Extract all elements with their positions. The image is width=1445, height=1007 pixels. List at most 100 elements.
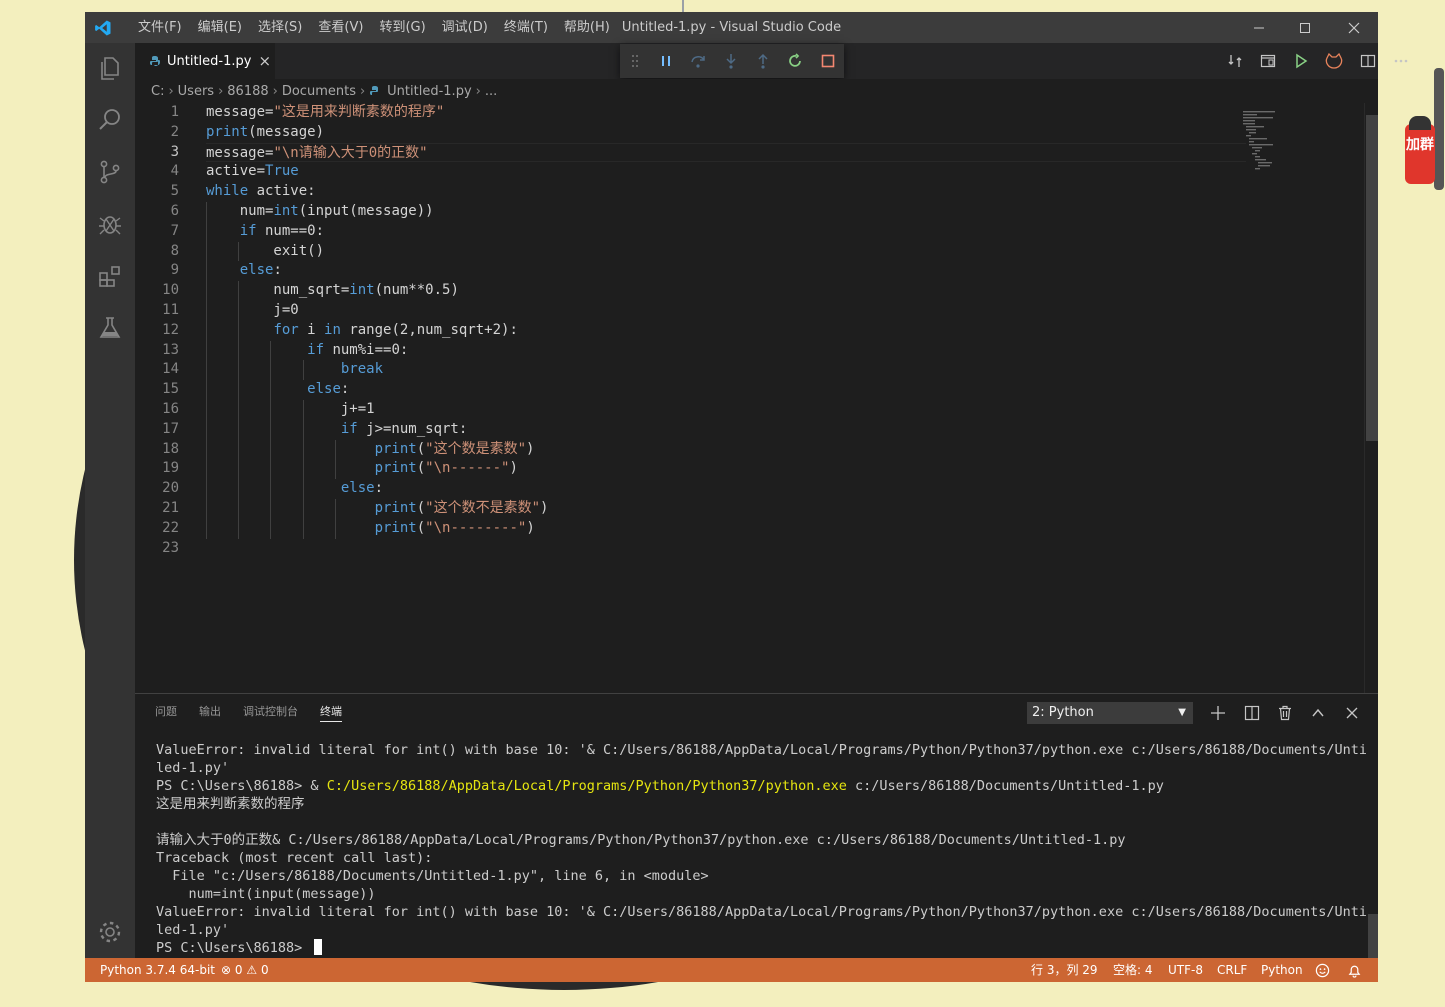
editor-scrollbar[interactable]: [1364, 103, 1378, 693]
code-line[interactable]: else:: [206, 479, 1246, 499]
terminal-scrollbar[interactable]: [1368, 914, 1378, 958]
desktop-join-group-widget[interactable]: 加群: [1405, 116, 1435, 184]
terminal-output[interactable]: ValueError: invalid literal for int() wi…: [156, 741, 1366, 957]
more-actions-button[interactable]: [1386, 43, 1416, 79]
code-line[interactable]: print("这个数不是素数"): [206, 498, 1246, 519]
code-line[interactable]: active=True: [206, 162, 1246, 182]
breadcrumb-documents[interactable]: Documents: [282, 84, 356, 99]
menu-item[interactable]: 查看(V): [310, 12, 371, 43]
open-preview-button[interactable]: [1253, 43, 1283, 79]
menu-item[interactable]: 文件(F): [130, 12, 190, 43]
cat-face-icon: [1325, 53, 1343, 69]
settings-button[interactable]: [85, 907, 135, 957]
code-line[interactable]: while active:: [206, 182, 1246, 202]
new-terminal-button[interactable]: [1205, 700, 1231, 726]
debug-toolbar-drag-handle[interactable]: [620, 44, 649, 78]
tab-untitled-1[interactable]: Untitled-1.py ×: [135, 43, 275, 79]
debug-button[interactable]: [85, 199, 135, 249]
code-line[interactable]: num_sqrt=int(num**0.5): [206, 281, 1246, 301]
indent-guide: [238, 459, 240, 480]
panel-tab[interactable]: 终端: [320, 694, 342, 722]
cursor-position-status[interactable]: 行 3，列 29: [1031, 958, 1098, 982]
indent-guide: [206, 300, 207, 321]
code-line[interactable]: j=0: [206, 300, 1246, 321]
code-line[interactable]: num=int(input(message)): [206, 201, 1246, 222]
source-control-button[interactable]: [85, 147, 135, 197]
extensions-button[interactable]: [85, 251, 135, 301]
kill-terminal-button[interactable]: [1272, 700, 1298, 726]
code-line[interactable]: if num==0:: [206, 221, 1246, 242]
minimize-button[interactable]: [1236, 12, 1282, 43]
code-line[interactable]: if j>=num_sqrt:: [206, 419, 1246, 440]
code-editor[interactable]: 1 2 3 4 5 6 7 8 9 10 11 12 13 14 15 16 17 18 19 20 21 22 23 me…: [135, 103, 1378, 693]
stop-button[interactable]: [812, 44, 844, 78]
panel-tab[interactable]: 问题: [155, 694, 177, 730]
breadcrumb-drive[interactable]: C:: [151, 84, 164, 99]
maximize-button[interactable]: [1282, 12, 1328, 43]
code-line[interactable]: else:: [206, 380, 1246, 400]
python-interpreter-status[interactable]: Python 3.7.4 64-bit: [100, 958, 215, 982]
minimap[interactable]: [1243, 111, 1363, 171]
pause-button[interactable]: [649, 44, 681, 78]
code-line[interactable]: exit(): [206, 241, 1246, 262]
code-line[interactable]: print(message): [206, 123, 1246, 143]
indent-guide: [270, 518, 272, 539]
code-line[interactable]: j+=1: [206, 399, 1246, 420]
desktop-scrollbar[interactable]: [1434, 68, 1444, 190]
panel-tab[interactable]: 调试控制台: [243, 694, 298, 730]
plus-icon: [1211, 706, 1225, 720]
split-terminal-button[interactable]: [1239, 700, 1265, 726]
terminal-select[interactable]: 2: Python ▼: [1027, 702, 1193, 724]
indentation-status[interactable]: 空格: 4: [1113, 958, 1153, 982]
maximize-panel-button[interactable]: [1305, 700, 1331, 726]
code-line[interactable]: print("\n--------"): [206, 518, 1246, 539]
run-python-file-button[interactable]: [1286, 43, 1316, 79]
indent-guide: [206, 518, 207, 539]
step-over-button[interactable]: [682, 44, 714, 78]
menu-item[interactable]: 转到(G): [371, 12, 433, 43]
restart-button[interactable]: [779, 44, 811, 78]
code-line[interactable]: message="\n请输入大于0的正数": [206, 142, 1246, 163]
editor-scrollbar-thumb[interactable]: [1366, 115, 1378, 441]
step-out-button[interactable]: [747, 44, 779, 78]
code-line[interactable]: print("这个数是素数"): [206, 439, 1246, 460]
menu-item[interactable]: 选择(S): [250, 12, 310, 43]
feedback-button[interactable]: [1315, 962, 1330, 986]
tab-close-button[interactable]: ×: [258, 52, 271, 70]
code-line[interactable]: for i in range(2,num_sqrt+2):: [206, 320, 1246, 341]
step-into-button[interactable]: [714, 44, 746, 78]
encoding-status[interactable]: UTF-8: [1168, 958, 1203, 982]
menu-item[interactable]: 编辑(E): [190, 12, 250, 43]
code-lines[interactable]: message="这是用来判断素数的程序" print(message) messa…: [206, 103, 1246, 558]
language-mode-status[interactable]: Python: [1261, 958, 1303, 982]
code-line[interactable]: message="这是用来判断素数的程序": [206, 103, 1246, 123]
menu-item[interactable]: 帮助(H): [556, 12, 618, 43]
close-panel-button[interactable]: [1339, 700, 1365, 726]
code-line[interactable]: if num%i==0:: [206, 340, 1246, 361]
split-editor-button[interactable]: [1353, 43, 1383, 79]
explorer-button[interactable]: [85, 43, 135, 93]
code-token: (num**0.5): [374, 282, 459, 299]
menu-item[interactable]: 调试(D): [434, 12, 496, 43]
code-line[interactable]: [206, 539, 1246, 559]
breadcrumb-more[interactable]: ...: [485, 84, 497, 99]
menu-item[interactable]: 终端(T): [496, 12, 556, 43]
code-line[interactable]: break: [206, 360, 1246, 381]
breadcrumb-users[interactable]: Users: [178, 84, 214, 99]
indent-guide: [238, 399, 240, 420]
open-changes-button[interactable]: [1220, 43, 1250, 79]
search-button[interactable]: [85, 95, 135, 145]
notifications-button[interactable]: [1347, 962, 1362, 986]
terminal-line: 请输入大于0的正数& C:/Users/86188/AppData/Local/…: [156, 831, 1366, 849]
eol-status[interactable]: CRLF: [1217, 958, 1247, 982]
breadcrumb-file[interactable]: Untitled-1.py: [387, 84, 471, 99]
close-window-button[interactable]: [1331, 12, 1377, 43]
code-line[interactable]: else:: [206, 261, 1246, 282]
leetcode-button[interactable]: [1319, 43, 1349, 79]
panel-tab[interactable]: 输出: [199, 694, 221, 730]
test-button[interactable]: [85, 303, 135, 353]
code-line[interactable]: print("\n------"): [206, 459, 1246, 480]
breadcrumb-86188[interactable]: 86188: [227, 84, 268, 99]
problems-status[interactable]: ⊗ 0 ⚠ 0: [221, 958, 269, 982]
